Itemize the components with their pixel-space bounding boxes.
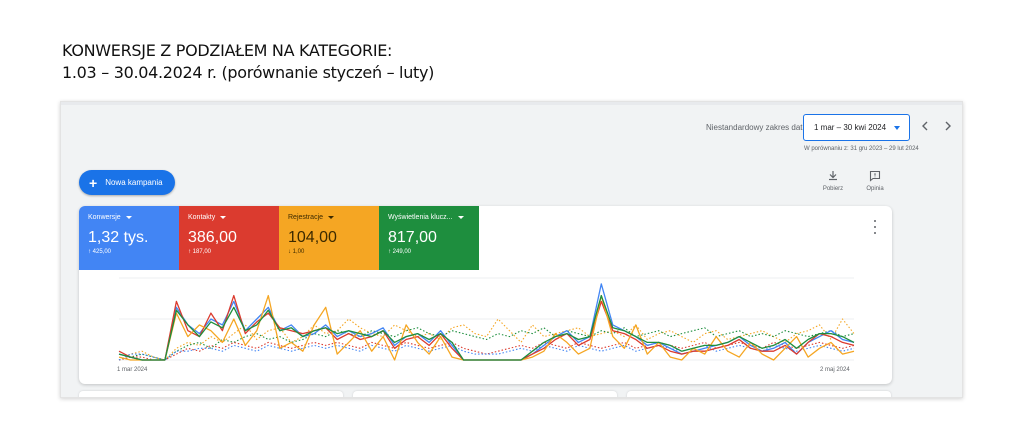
metric-change: ↑ 249,00 — [388, 249, 412, 255]
metric-value: 386,00 — [188, 229, 237, 246]
new-campaign-button[interactable]: + Nowa kampania — [79, 170, 175, 195]
feedback-button[interactable]: Opinia — [855, 170, 895, 192]
download-button[interactable]: Pobierz — [813, 170, 853, 192]
page-title: KONWERSJE Z PODZIAŁEM NA KATEGORIE: — [62, 41, 393, 60]
metric-key-views[interactable]: Wyświetlenia klucz... 817,00 ↑ 249,00 — [379, 206, 479, 270]
page-subtitle: 1.03 – 30.04.2024 r. (porównanie styczeń… — [62, 63, 435, 82]
date-range-select[interactable]: 1 mar – 30 kwi 2024 — [803, 114, 910, 141]
more-options-icon[interactable] — [872, 220, 878, 234]
bottom-card-2 — [353, 391, 617, 397]
chevron-down-icon — [457, 216, 464, 219]
metric-change: ↓ 1,00 — [288, 249, 305, 255]
top-strip — [61, 102, 962, 105]
metric-change: ↑ 187,00 — [188, 249, 212, 255]
metric-value: 1,32 tys. — [88, 229, 149, 246]
bottom-card-1 — [79, 391, 343, 397]
date-range-label: Niestandardowy zakres dat — [706, 123, 803, 132]
x-axis-end-label: 2 maj 2024 — [820, 367, 850, 373]
feedback-icon — [869, 170, 881, 182]
dropdown-caret-icon — [894, 126, 900, 130]
chevron-down-icon — [220, 216, 227, 219]
download-icon — [829, 171, 837, 181]
page-heading: KONWERSJE Z PODZIAŁEM NA KATEGORIE: 1.03… — [62, 40, 434, 84]
chevron-down-icon — [125, 216, 132, 219]
date-range-value: 1 mar – 30 kwi 2024 — [814, 123, 887, 132]
comparison-range: W porównaniu z: 31 gru 2023 – 29 lut 202… — [804, 146, 919, 152]
series-line-current — [118, 294, 855, 361]
conversions-line-chart — [118, 277, 855, 361]
feedback-label: Opinia — [866, 186, 884, 192]
metric-change: ↑ 425,00 — [88, 249, 112, 255]
chevron-left-icon[interactable] — [918, 119, 932, 133]
chevron-right-icon[interactable] — [941, 119, 955, 133]
ads-dashboard-screenshot: Niestandardowy zakres dat 1 mar – 30 kwi… — [60, 101, 963, 398]
bottom-card-3 — [627, 391, 891, 397]
chevron-down-icon — [328, 216, 335, 219]
metric-label: Konwersje — [88, 214, 121, 221]
metric-conversions[interactable]: Konwersje 1,32 tys. ↑ 425,00 — [79, 206, 179, 270]
metric-registrations[interactable]: Rejestracje 104,00 ↓ 1,00 — [279, 206, 379, 270]
metric-value: 104,00 — [288, 229, 337, 246]
new-campaign-label: Nowa kampania — [105, 178, 163, 187]
metric-contacts[interactable]: Kontakty 386,00 ↑ 187,00 — [179, 206, 279, 270]
plus-icon: + — [89, 174, 98, 191]
metric-value: 817,00 — [388, 229, 437, 246]
metric-label: Rejestracje — [288, 214, 324, 221]
series-line-current — [118, 283, 855, 361]
performance-card: Konwersje 1,32 tys. ↑ 425,00 Kontakty 38… — [79, 206, 892, 384]
metric-label: Wyświetlenia klucz... — [388, 214, 453, 221]
download-label: Pobierz — [822, 186, 844, 192]
series-line-comparison — [118, 327, 855, 361]
metric-label: Kontakty — [188, 214, 216, 221]
series-line-comparison — [118, 344, 855, 361]
x-axis-start-label: 1 mar 2024 — [117, 367, 148, 373]
